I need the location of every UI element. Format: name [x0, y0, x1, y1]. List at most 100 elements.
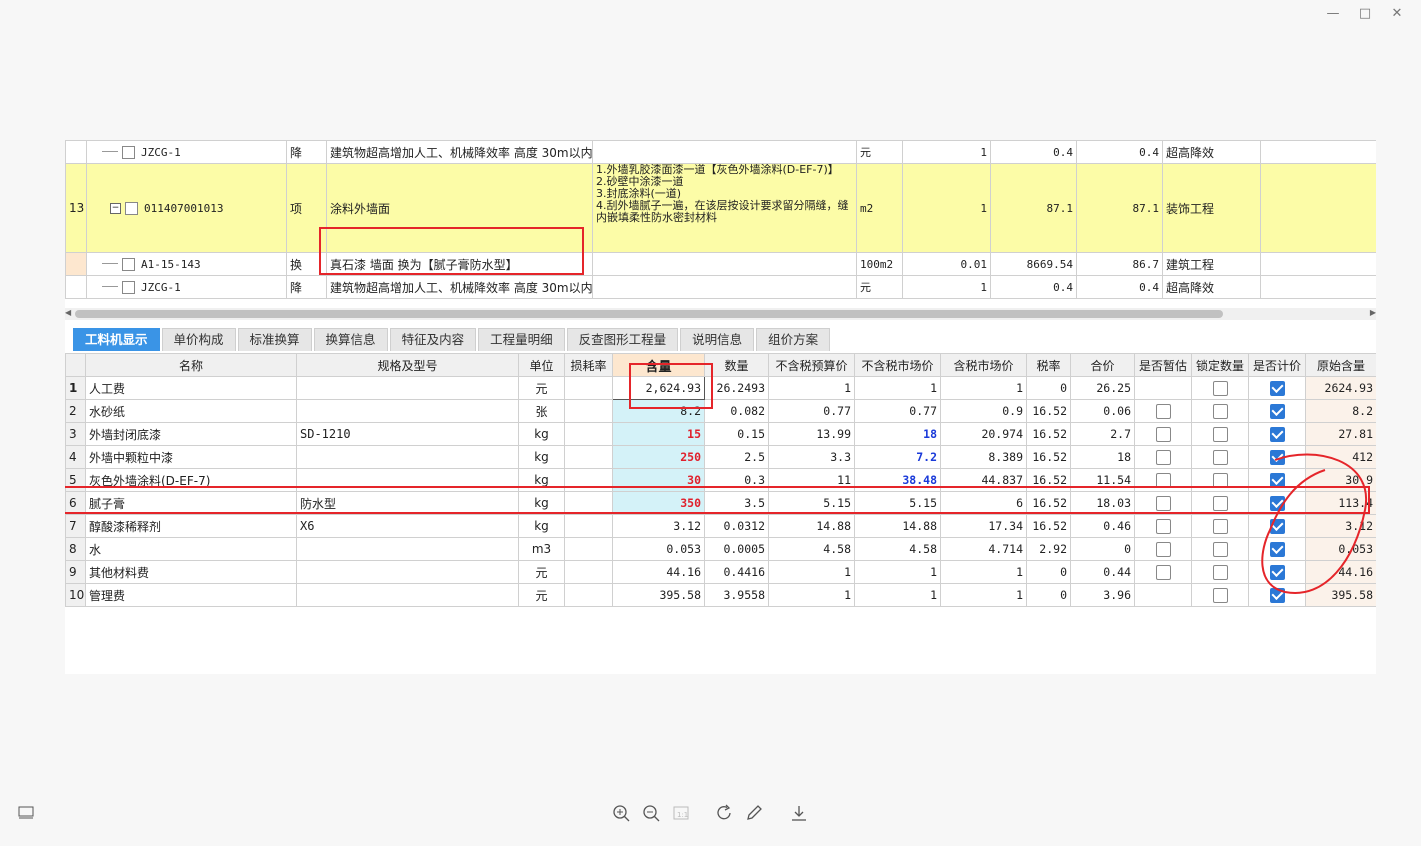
quota-code[interactable]: A1-15-143	[86, 252, 287, 276]
material-budget[interactable]: 13.99	[768, 422, 855, 446]
price-checkbox[interactable]	[1269, 426, 1285, 442]
tab-0[interactable]: 工料机显示	[73, 328, 160, 351]
material-total[interactable]: 18	[1070, 445, 1135, 469]
temp-checkbox[interactable]	[1155, 541, 1171, 557]
material-content[interactable]: 250	[612, 445, 705, 469]
quota-total[interactable]: 87.1	[1076, 163, 1163, 253]
quota-category[interactable]: 超高降效	[1162, 275, 1261, 299]
lock-checkbox[interactable]	[1212, 426, 1228, 442]
quota-qty[interactable]: 0.01	[902, 252, 991, 276]
material-qty[interactable]: 2.5	[704, 445, 769, 469]
column-header[interactable]: 单位	[518, 353, 565, 377]
material-unit[interactable]: 元	[518, 583, 565, 607]
material-qty[interactable]: 26.2493	[704, 376, 769, 400]
row-checkbox[interactable]	[125, 201, 138, 215]
material-tax-market[interactable]: 4.714	[940, 537, 1027, 561]
material-total[interactable]: 26.25	[1070, 376, 1135, 400]
material-name[interactable]: 管理费	[85, 583, 297, 607]
column-header[interactable]: 是否计价	[1248, 353, 1306, 377]
column-header[interactable]: 名称	[85, 353, 297, 377]
quota-unit[interactable]: 元	[856, 140, 903, 164]
material-row[interactable]: 8 水 m3 0.053 0.0005 4.58 4.58 4.714 2.92 0 0.053	[65, 537, 1376, 561]
material-loss[interactable]	[564, 445, 613, 469]
material-tax-market[interactable]: 17.34	[940, 514, 1027, 538]
tab-4[interactable]: 特征及内容	[389, 328, 477, 351]
minimize-button[interactable]: —	[1317, 3, 1349, 23]
material-budget[interactable]: 1	[768, 583, 855, 607]
material-market[interactable]: 14.88	[854, 514, 941, 538]
material-total[interactable]: 0.06	[1070, 399, 1135, 423]
temp-checkbox[interactable]	[1155, 449, 1171, 465]
column-header[interactable]: 规格及型号	[296, 353, 519, 377]
material-market[interactable]: 4.58	[854, 537, 941, 561]
temp-checkbox[interactable]	[1155, 426, 1171, 442]
quota-row[interactable]: JZCG-1 降建筑物超高增加人工、机械降效率 高度 30m以内元 1 0.4 0.4 超…	[65, 275, 1376, 299]
material-total[interactable]: 0.46	[1070, 514, 1135, 538]
quota-qty[interactable]: 1	[902, 275, 991, 299]
material-market[interactable]: 1	[854, 560, 941, 584]
row-checkbox[interactable]	[122, 257, 135, 271]
material-rate[interactable]: 0	[1026, 560, 1071, 584]
material-spec[interactable]: X6	[296, 514, 519, 538]
material-market[interactable]: 1	[854, 583, 941, 607]
column-header[interactable]: 不含税市场价	[854, 353, 941, 377]
quota-price[interactable]: 0.4	[990, 275, 1077, 299]
row-number[interactable]: 2	[65, 399, 86, 423]
quota-price[interactable]: 0.4	[990, 140, 1077, 164]
quota-name[interactable]: 建筑物超高增加人工、机械降效率 高度 30m以内	[326, 275, 593, 299]
material-market[interactable]: 0.77	[854, 399, 941, 423]
tab-3[interactable]: 换算信息	[313, 328, 388, 351]
material-budget[interactable]: 0.77	[768, 399, 855, 423]
material-orig[interactable]: 8.2	[1305, 399, 1376, 423]
quota-total[interactable]: 0.4	[1076, 140, 1163, 164]
quota-code[interactable]: JZCG-1	[86, 275, 287, 299]
scroll-thumb[interactable]	[75, 310, 1223, 318]
collapse-icon[interactable]: −	[110, 202, 121, 214]
material-rate[interactable]: 16.52	[1026, 514, 1071, 538]
column-header[interactable]: 含税市场价	[940, 353, 1027, 377]
material-budget[interactable]: 14.88	[768, 514, 855, 538]
material-loss[interactable]	[564, 422, 613, 446]
quota-desc[interactable]	[592, 252, 857, 276]
material-orig[interactable]: 2624.93	[1305, 376, 1376, 400]
fit-icon[interactable]: 1:1	[670, 802, 692, 824]
material-total[interactable]: 0	[1070, 537, 1135, 561]
material-total[interactable]: 3.96	[1070, 583, 1135, 607]
download-icon[interactable]	[788, 802, 810, 824]
material-content[interactable]: 395.58	[612, 583, 705, 607]
material-total[interactable]: 0.44	[1070, 560, 1135, 584]
quota-category[interactable]: 超高降效	[1162, 140, 1261, 164]
material-name[interactable]: 其他材料费	[85, 560, 297, 584]
material-unit[interactable]: kg	[518, 445, 565, 469]
material-content[interactable]: 0.053	[612, 537, 705, 561]
material-spec[interactable]	[296, 560, 519, 584]
material-unit[interactable]: 元	[518, 560, 565, 584]
material-loss[interactable]	[564, 583, 613, 607]
row-number[interactable]: 8	[65, 537, 86, 561]
lock-checkbox[interactable]	[1212, 380, 1228, 396]
quota-desc[interactable]	[592, 275, 857, 299]
column-header[interactable]: 不含税预算价	[768, 353, 855, 377]
quota-category[interactable]: 建筑工程	[1162, 252, 1261, 276]
material-orig[interactable]: 27.81	[1305, 422, 1376, 446]
material-unit[interactable]: 元	[518, 376, 565, 400]
row-number[interactable]: 7	[65, 514, 86, 538]
close-button[interactable]: ✕	[1381, 3, 1413, 23]
material-spec[interactable]	[296, 445, 519, 469]
material-loss[interactable]	[564, 514, 613, 538]
quota-unit[interactable]: 元	[856, 275, 903, 299]
material-market[interactable]: 7.2	[854, 445, 941, 469]
material-market[interactable]: 1	[854, 376, 941, 400]
quota-row-number[interactable]: 13	[65, 163, 87, 253]
price-checkbox[interactable]	[1269, 403, 1285, 419]
material-row[interactable]: 4 外墙中颗粒中漆 kg 250 2.5 3.3 7.2 8.389 16.52 18 412	[65, 445, 1376, 469]
lock-checkbox[interactable]	[1212, 518, 1228, 534]
material-row[interactable]: 2 水砂纸张 8.2 0.082 0.77 0.77 0.9 16.52 0.06 8.2	[65, 399, 1376, 423]
tab-8[interactable]: 组价方案	[756, 328, 831, 351]
material-tax-market[interactable]: 1	[940, 583, 1027, 607]
lock-checkbox[interactable]	[1212, 587, 1228, 603]
quota-row-number[interactable]	[65, 275, 87, 299]
column-header[interactable]: 数量	[704, 353, 769, 377]
material-unit[interactable]: kg	[518, 422, 565, 446]
material-budget[interactable]: 4.58	[768, 537, 855, 561]
